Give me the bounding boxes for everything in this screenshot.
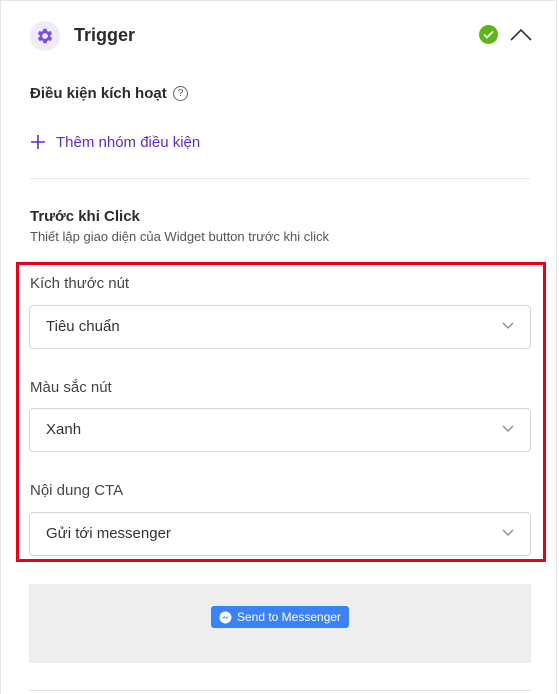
chevron-down-icon [502,322,514,329]
cta-content-label: Nội dung CTA [30,482,124,499]
button-size-label: Kích thước nút [30,275,130,292]
trigger-header[interactable]: Trigger [30,20,535,52]
trigger-conditions-label: Điều kiện kích hoạt [30,85,167,102]
before-click-description: Thiết lập giao diện của Widget button tr… [30,229,330,244]
button-color-value: Xanh [46,421,82,438]
chevron-up-icon[interactable] [508,23,534,47]
cta-content-value: Gửi tới messenger [46,525,171,542]
before-click-title: Trước khi Click [30,208,140,225]
help-icon[interactable]: ? [173,86,188,101]
gear-icon [30,21,60,51]
send-to-messenger-label: Send to Messenger [236,610,342,624]
button-size-value: Tiêu chuẩn [46,318,120,335]
section-title: Trigger [74,25,136,45]
divider [30,178,530,179]
button-color-select[interactable]: Xanh [29,408,531,452]
widget-preview: Send to Messenger [29,584,531,663]
check-icon [479,25,498,44]
chevron-down-icon [502,529,514,536]
chevron-down-icon [502,425,514,432]
divider [29,690,531,691]
cta-content-select[interactable]: Gửi tới messenger [29,512,531,556]
add-group-label: Thêm nhóm điều kiện [56,133,201,151]
plus-icon [31,135,45,149]
send-to-messenger-button[interactable]: Send to Messenger [211,606,349,628]
messenger-icon [219,611,232,623]
add-condition-group-button[interactable]: Thêm nhóm điều kiện [30,132,200,152]
button-color-label: Màu sắc nút [30,379,112,396]
button-size-select[interactable]: Tiêu chuẩn [29,305,531,349]
